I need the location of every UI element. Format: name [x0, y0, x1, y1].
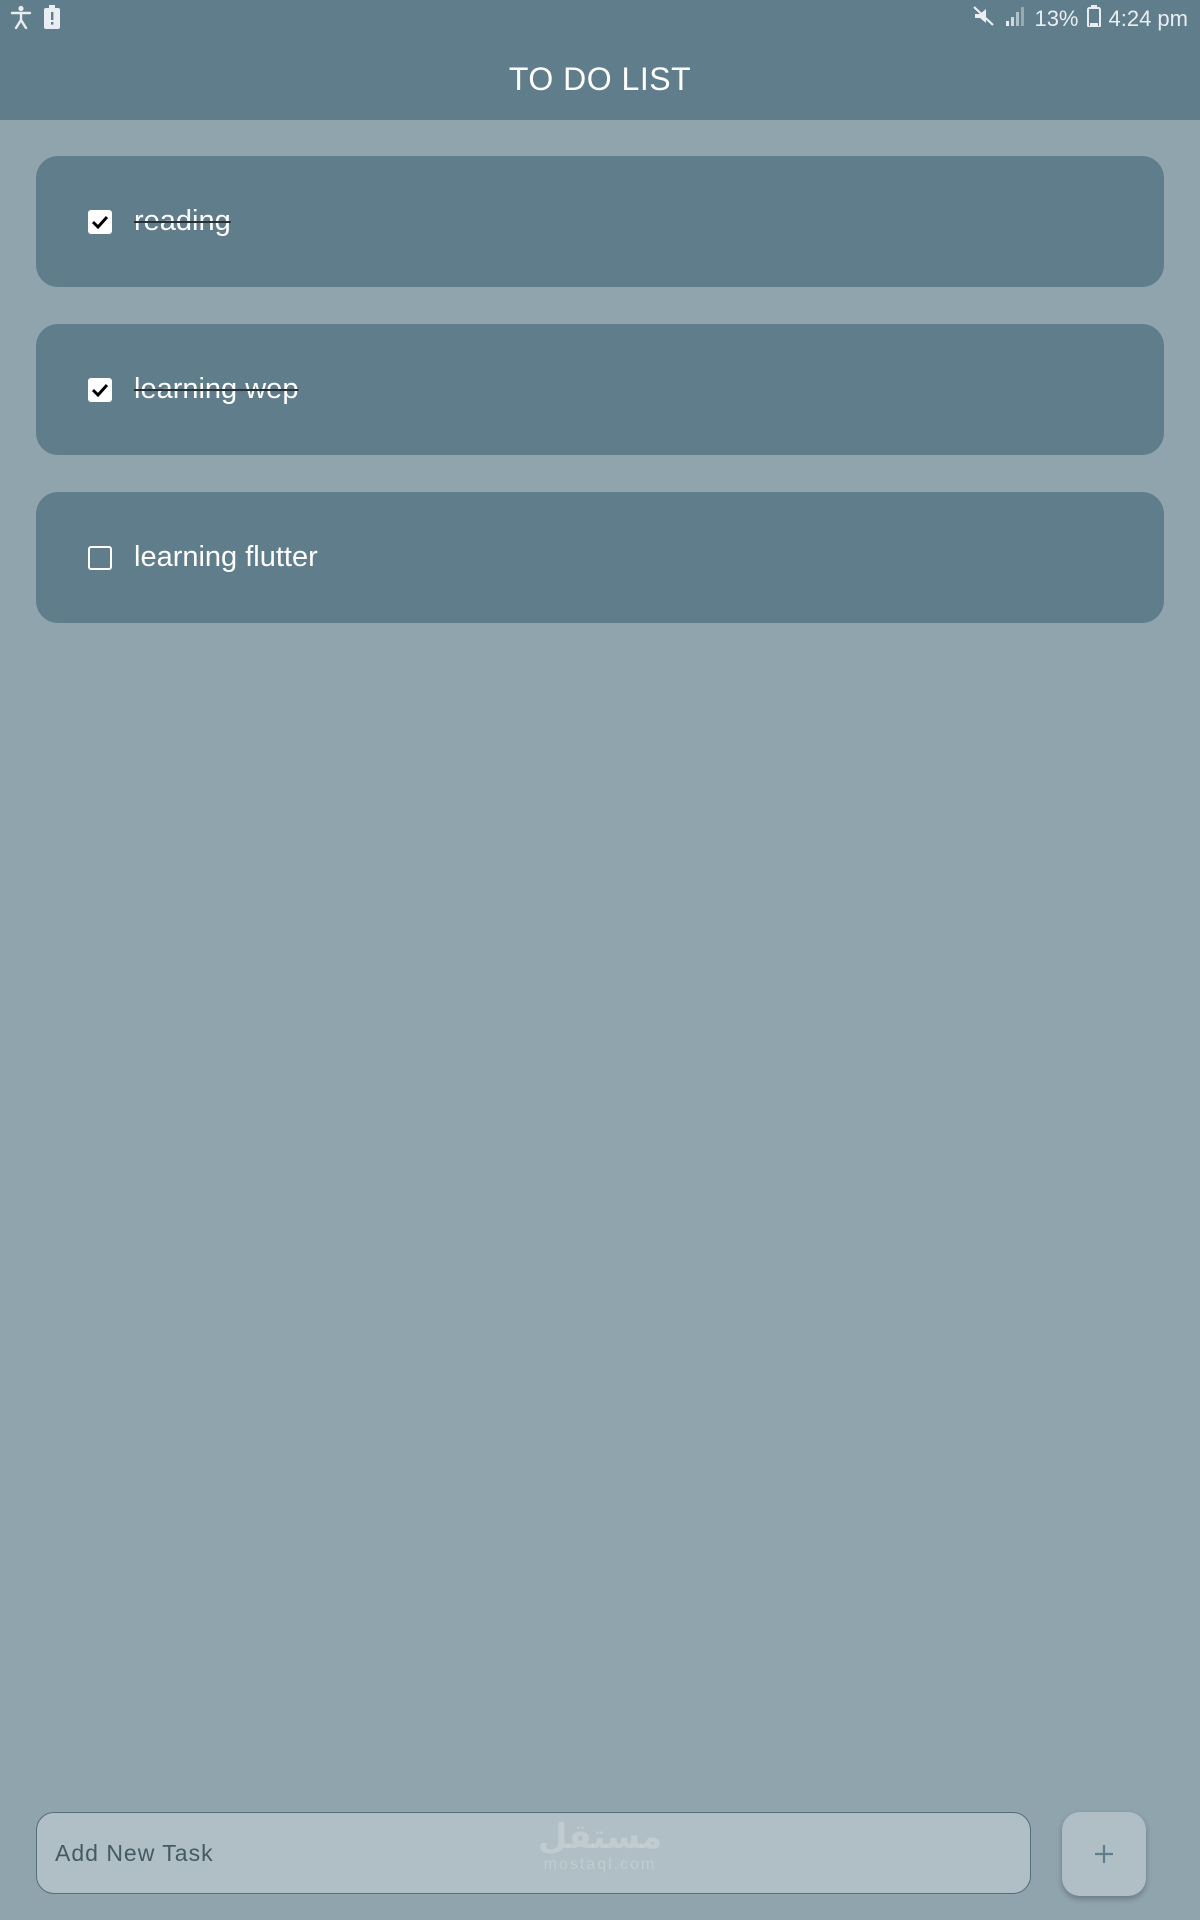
add-task-button[interactable]	[1062, 1812, 1146, 1896]
battery-percent: 13%	[1034, 6, 1079, 31]
task-label: learning flutter	[134, 541, 318, 573]
status-left-icons	[10, 4, 60, 34]
task-checkbox[interactable]	[88, 377, 112, 402]
new-task-input[interactable]	[36, 1812, 1031, 1894]
task-label: learning wep	[134, 373, 299, 405]
task-list: reading learning wep learning flutter	[36, 156, 1164, 660]
battery-alert-icon	[44, 4, 60, 34]
task-checkbox[interactable]	[88, 209, 112, 234]
app-bar: TO DO LIST	[0, 38, 1200, 120]
battery-icon	[1086, 5, 1101, 33]
plus-icon	[1095, 1845, 1113, 1863]
signal-icon	[1004, 6, 1026, 32]
task-item[interactable]: learning wep	[36, 324, 1164, 455]
page-title: TO DO LIST	[508, 60, 692, 97]
clock: 4:24 pm	[1108, 6, 1189, 31]
check-icon	[91, 383, 109, 397]
accessibility-icon	[10, 5, 32, 34]
status-right: 13% 4:24 pm	[972, 5, 1188, 33]
mute-icon	[972, 5, 996, 33]
task-label: reading	[134, 205, 231, 237]
task-checkbox[interactable]	[88, 545, 112, 570]
check-icon	[91, 215, 109, 229]
status-bar: 13% 4:24 pm	[0, 0, 1200, 38]
task-item[interactable]: learning flutter	[36, 492, 1164, 623]
task-item[interactable]: reading	[36, 156, 1164, 287]
bottom-bar	[36, 1812, 1146, 1896]
